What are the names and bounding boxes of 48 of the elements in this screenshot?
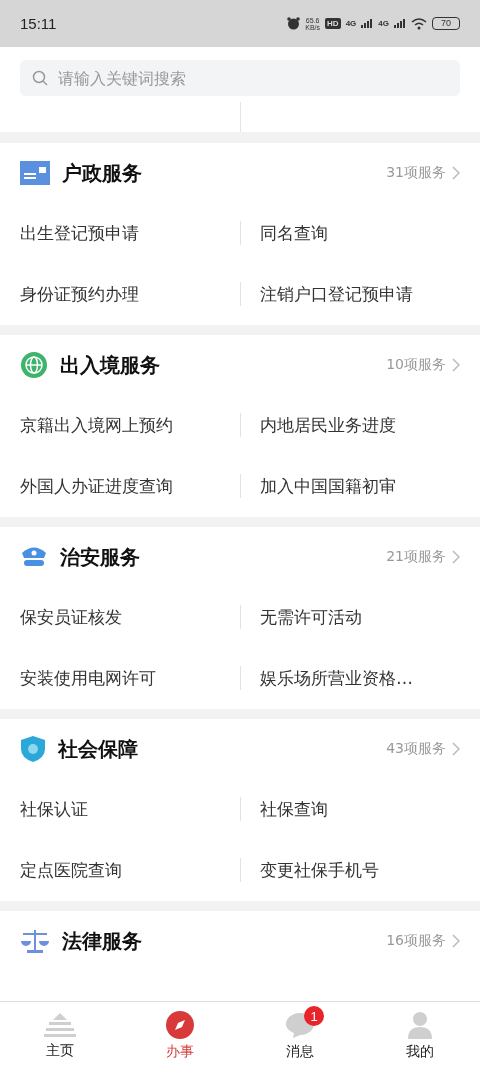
temple-icon	[43, 1012, 77, 1038]
service-item[interactable]: 保安员证核发	[0, 606, 122, 629]
search-field[interactable]: 请输入关键词搜索	[20, 60, 460, 96]
section-title: 户政服务	[62, 159, 143, 187]
chevron-right-icon[interactable]	[452, 550, 460, 564]
section-title: 出入境服务	[60, 351, 161, 379]
service-item[interactable]: 内地居民业务进度	[240, 414, 396, 437]
service-item[interactable]: 身份证预约办理	[0, 283, 139, 306]
network-type: 4G	[378, 19, 389, 28]
signal-icon	[394, 19, 406, 28]
service-item[interactable]: 安装使用电网许可	[0, 667, 156, 690]
chevron-right-icon[interactable]	[452, 934, 460, 948]
service-item[interactable]: 加入中国国籍初审	[240, 475, 396, 498]
service-item[interactable]: 注销户口登记预申请	[240, 283, 413, 306]
service-item[interactable]: 外国人办证进度查询	[0, 475, 173, 498]
signal-icon	[361, 19, 374, 28]
service-item[interactable]: 京籍出入境网上预约	[0, 414, 173, 437]
scales-icon	[20, 928, 50, 954]
service-item[interactable]: 娱乐场所营业资格…	[240, 667, 413, 690]
tab[interactable]: 我的	[360, 1002, 480, 1070]
service-item[interactable]: 无需许可活动	[240, 606, 362, 629]
clock: 15:11	[20, 15, 57, 32]
service-item[interactable]: 定点医院查询	[0, 859, 122, 882]
card-icon	[20, 161, 50, 185]
section-title: 法律服务	[62, 927, 143, 955]
compass-icon	[166, 1011, 194, 1039]
shield-icon	[20, 735, 46, 763]
wifi-icon	[411, 17, 427, 30]
globe-icon	[20, 351, 48, 379]
service-item[interactable]: 变更社保手机号	[240, 859, 379, 882]
search-icon	[32, 70, 48, 86]
unread-badge: 1	[304, 1006, 324, 1026]
section-title: 治安服务	[60, 543, 141, 571]
network-type: 4G	[345, 19, 357, 28]
chevron-right-icon[interactable]	[452, 358, 460, 372]
person-icon	[406, 1011, 434, 1039]
tab[interactable]: 消息 1	[240, 1002, 360, 1070]
section-title: 社会保障	[58, 735, 139, 763]
tab[interactable]: 主页	[0, 1002, 120, 1070]
chevron-right-icon[interactable]	[452, 742, 460, 756]
service-item[interactable]: 出生登记预申请	[0, 222, 139, 245]
chevron-right-icon[interactable]	[452, 166, 460, 180]
battery-level: 70	[432, 17, 460, 30]
hd-indicator: HD	[325, 18, 341, 29]
tab[interactable]: 办事	[120, 1002, 240, 1070]
service-item[interactable]: 同名查询	[240, 222, 328, 245]
service-item[interactable]: 社保认证	[0, 798, 88, 821]
service-item[interactable]: 社保查询	[240, 798, 328, 821]
